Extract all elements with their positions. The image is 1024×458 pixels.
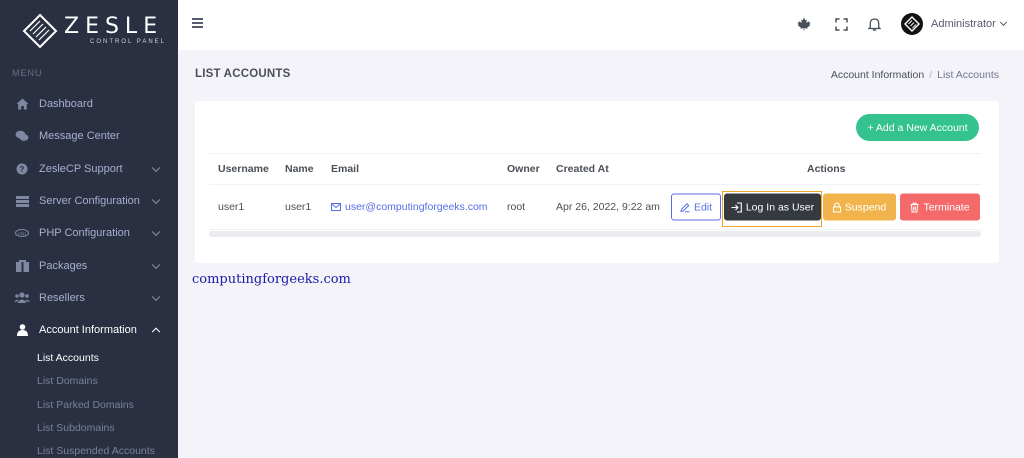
column-header-owner: Owner: [507, 163, 540, 175]
php-icon: php: [14, 226, 30, 240]
brand-tagline: CONTROL PANEL: [90, 39, 167, 45]
chevron-down-icon: [151, 163, 161, 172]
chevron-down-icon: [151, 195, 161, 205]
table-row: user1 user1 user@computingforgeeks.com r…: [209, 185, 981, 230]
envelope-icon: [331, 203, 341, 211]
breadcrumb-account-information[interactable]: Account Information: [831, 69, 924, 81]
column-header-created-at: Created At: [556, 163, 609, 175]
chat-icon: [14, 129, 30, 143]
users-icon: [14, 291, 30, 305]
submenu-item-list-subdomains[interactable]: List Subdomains: [0, 416, 178, 439]
avatar: [901, 13, 923, 35]
sidebar-item-label: ZesleCP Support: [39, 162, 123, 175]
pencil-icon: [680, 202, 690, 212]
breadcrumb-current: List Accounts: [937, 69, 999, 81]
cell-owner: root: [507, 201, 526, 213]
menu-title: MENU: [12, 68, 43, 78]
brand-name: ZESLE: [64, 14, 164, 39]
column-header-username: Username: [218, 163, 269, 175]
brand-logo[interactable]: ZESLE CONTROL PANEL: [0, 0, 178, 62]
chevron-up-icon: [151, 327, 161, 337]
page-title: LIST ACCOUNTS: [195, 68, 291, 80]
topbar: Administrator: [178, 0, 1024, 50]
sidebar-item-packages[interactable]: Packages: [0, 249, 178, 281]
breadcrumb-separator: /: [929, 69, 933, 81]
menu-icon[interactable]: [192, 18, 203, 28]
sidebar-item-label: PHP Configuration: [39, 227, 130, 240]
maple-leaf-icon[interactable]: [794, 14, 814, 34]
sidebar-item-label: Message Center: [39, 130, 120, 143]
email-link[interactable]: user@computingforgeeks.com: [331, 201, 488, 213]
package-icon: [14, 259, 30, 273]
chevron-down-icon: [999, 18, 1007, 27]
sidebar-item-label: Dashboard: [39, 98, 93, 111]
user-icon: [14, 323, 30, 337]
sidebar-item-label: Packages: [39, 259, 88, 272]
sidebar-item-zeslecp-support[interactable]: ? ZesleCP Support: [0, 153, 178, 185]
watermark: computingforgeeks.com: [192, 272, 351, 287]
login-button-highlight: [722, 191, 822, 227]
cell-created-at: Apr 26, 2022, 9:22 am: [556, 201, 660, 213]
sidebar-item-message-center[interactable]: Message Center: [0, 120, 178, 152]
sidebar-item-label: Resellers: [39, 291, 85, 304]
chevron-down-icon: [151, 292, 161, 301]
chevron-down-icon: [151, 227, 161, 237]
accounts-table: Username Name Email Owner Created At Act…: [209, 153, 981, 230]
user-name: Administrator: [931, 18, 996, 30]
cell-name: user1: [285, 201, 312, 213]
terminate-button[interactable]: Terminate: [900, 193, 980, 221]
sidebar-item-php-configuration[interactable]: php PHP Configuration: [0, 217, 178, 249]
zesle-logo-icon: [22, 13, 58, 49]
edit-button-label: Edit: [693, 201, 713, 213]
suspend-button[interactable]: Suspend: [823, 193, 896, 221]
lock-icon: [832, 202, 841, 212]
trash-icon: [910, 202, 919, 212]
table-horizontal-scrollbar[interactable]: [209, 231, 981, 237]
column-header-actions: Actions: [807, 163, 846, 175]
accounts-card: + Add a New Account Username Name Email …: [195, 101, 999, 263]
sidebar: ZESLE CONTROL PANEL MENU Dashboard Messa…: [0, 0, 178, 458]
sidebar-item-label: Server Configuration: [39, 195, 140, 208]
sidebar-item-dashboard[interactable]: Dashboard: [0, 88, 178, 120]
server-icon: [14, 194, 30, 208]
edit-button[interactable]: Edit: [671, 193, 721, 221]
table-header: Username Name Email Owner Created At Act…: [209, 153, 981, 185]
breadcrumb: Account Information / List Accounts: [831, 69, 999, 81]
suspend-button-label: Suspend: [844, 201, 887, 213]
svg-text:?: ?: [20, 165, 25, 174]
sidebar-item-server-configuration[interactable]: Server Configuration: [0, 185, 178, 217]
question-icon: ?: [14, 162, 30, 176]
fullscreen-icon[interactable]: [831, 14, 851, 34]
home-icon: [14, 97, 30, 111]
user-menu[interactable]: Administrator: [901, 13, 1007, 35]
sidebar-item-account-information[interactable]: Account Information: [0, 314, 178, 346]
chevron-down-icon: [151, 260, 161, 269]
terminate-button-label: Terminate: [923, 201, 970, 213]
sidebar-item-resellers[interactable]: Resellers: [0, 282, 178, 314]
bell-icon[interactable]: [864, 14, 884, 34]
submenu-item-list-domains[interactable]: List Domains: [0, 370, 178, 393]
submenu-item-list-suspended-accounts[interactable]: List Suspended Accounts: [0, 440, 178, 458]
submenu-item-list-parked-domains[interactable]: List Parked Domains: [0, 393, 178, 416]
column-header-name: Name: [285, 163, 314, 175]
add-new-account-button[interactable]: + Add a New Account: [856, 114, 979, 141]
submenu-item-list-accounts[interactable]: List Accounts: [0, 346, 178, 369]
svg-text:php: php: [18, 231, 26, 236]
sidebar-item-label: Account Information: [39, 324, 137, 337]
cell-username: user1: [218, 201, 245, 213]
column-header-email: Email: [331, 163, 360, 175]
email-text: user@computingforgeeks.com: [345, 201, 488, 213]
